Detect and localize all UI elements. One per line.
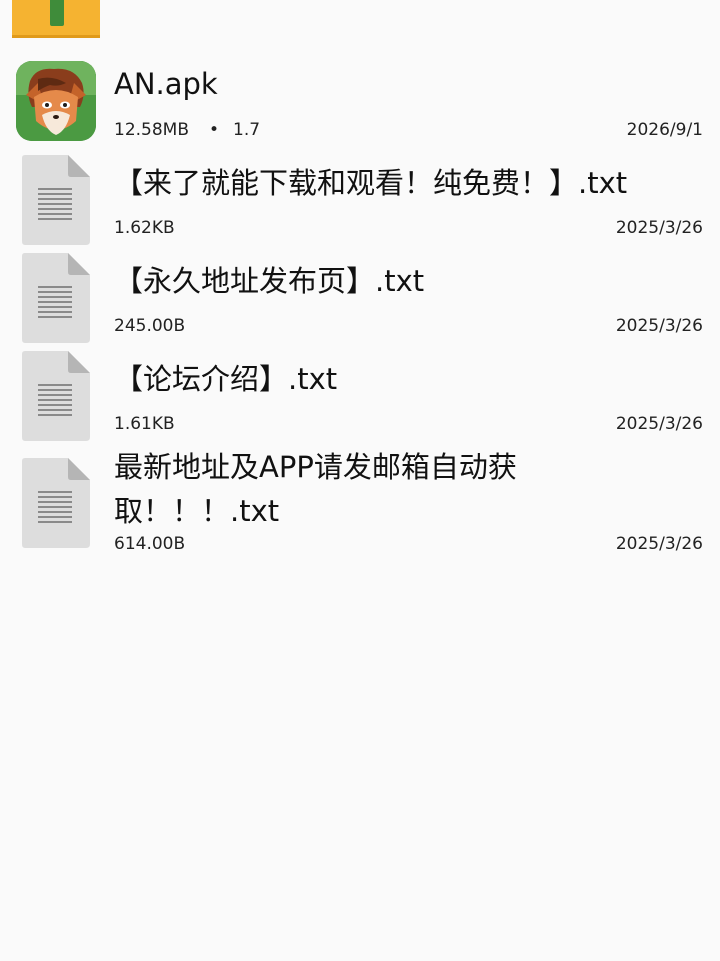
list-item[interactable]: AN.apk 12.58MB • 1.7 2026/9/1 [0, 0, 720, 150]
text-file-icon [22, 253, 90, 347]
file-name: 【永久地址发布页】.txt [114, 264, 425, 298]
file-name: 【论坛介绍】.txt [114, 362, 338, 396]
file-name: 最新地址及APP请发邮箱自动获取！！！.txt [114, 450, 517, 528]
file-date: 2026/9/1 [626, 120, 703, 140]
file-meta: 12.58MB • 1.7 [114, 119, 260, 141]
list-item[interactable]: 【来了就能下载和观看！纯免费！】.txt 1.62KB 2025/3/26 [0, 150, 720, 248]
file-date: 2025/3/26 [615, 534, 703, 554]
list-item[interactable]: 最新地址及APP请发邮箱自动获取！！！.txt 614.00B 2025/3/2… [0, 444, 720, 564]
text-file-icon [22, 351, 90, 445]
file-size: 12.58MB [114, 120, 189, 140]
app-icon [16, 61, 96, 141]
file-name: 【来了就能下载和观看！纯免费！】.txt [114, 166, 628, 200]
list-item[interactable]: 【论坛介绍】.txt 1.61KB 2025/3/26 [0, 346, 720, 444]
list-item[interactable]: 【永久地址发布页】.txt 245.00B 2025/3/26 [0, 248, 720, 346]
file-date: 2025/3/26 [615, 218, 703, 238]
file-size: 1.62KB [114, 218, 175, 238]
file-date: 2025/3/26 [615, 414, 703, 434]
file-size: 614.00B [114, 534, 186, 554]
text-file-icon [22, 458, 90, 552]
file-name: AN.apk [114, 67, 218, 101]
separator-dot: • [209, 120, 220, 140]
app-version: 1.7 [233, 120, 261, 140]
text-file-icon [22, 155, 90, 249]
file-size: 245.00B [114, 316, 186, 336]
file-date: 2025/3/26 [615, 316, 703, 336]
file-size: 1.61KB [114, 414, 175, 434]
